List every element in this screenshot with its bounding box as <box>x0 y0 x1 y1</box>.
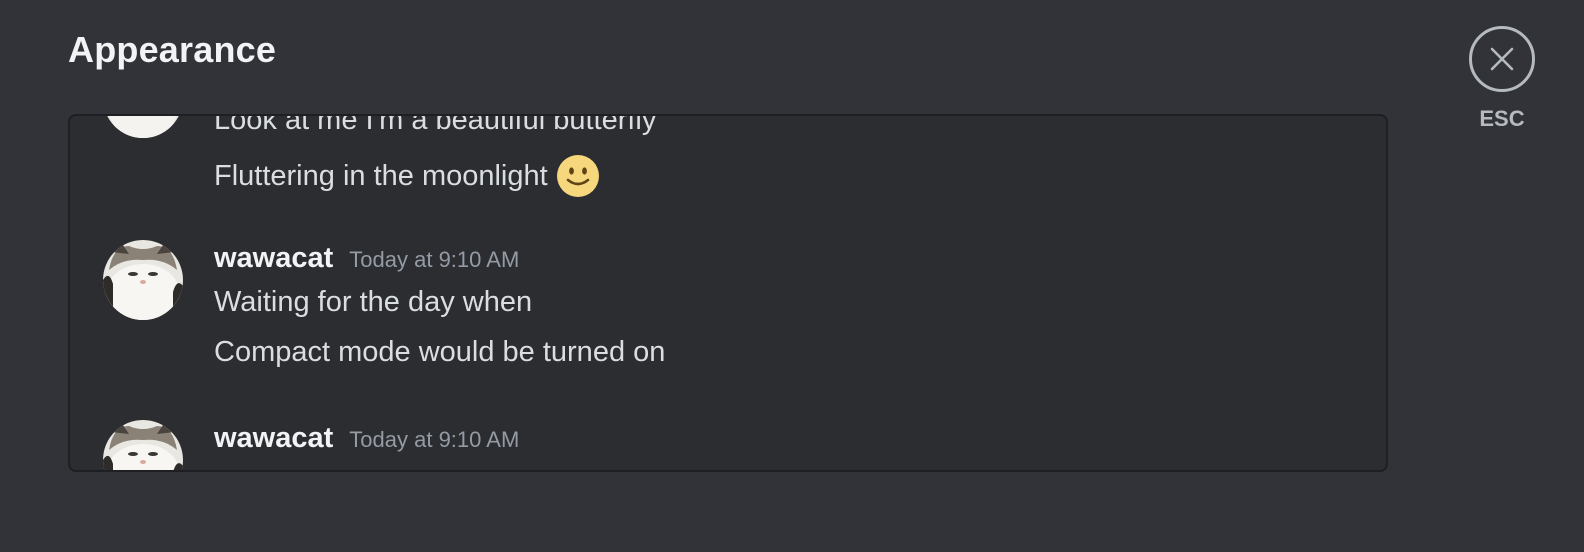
avatar[interactable] <box>103 420 183 470</box>
close-control: ESC <box>1466 26 1538 132</box>
message-header: wawacat Today at 9:10 AM <box>214 422 519 455</box>
avatar[interactable] <box>103 240 183 320</box>
close-button[interactable] <box>1469 26 1535 92</box>
username[interactable]: wawacat <box>214 422 333 455</box>
timestamp: Today at 9:10 AM <box>349 247 520 272</box>
chat-preview: Look at me I'm a beautiful butterfly Flu… <box>68 114 1388 472</box>
message-text: Fluttering in the moonlight <box>214 160 548 192</box>
message-line: Compact mode would be turned on <box>214 336 666 368</box>
message-line: Waiting for the day when <box>214 286 533 318</box>
message-line: Look at me I'm a beautiful butterfly <box>214 114 657 136</box>
close-shortcut-label: ESC <box>1479 106 1525 131</box>
timestamp: Today at 9:10 AM <box>349 427 520 452</box>
avatar <box>103 116 183 138</box>
username[interactable]: wawacat <box>214 242 333 275</box>
close-icon <box>1490 47 1514 71</box>
message-header: wawacat Today at 9:10 AM <box>214 242 519 275</box>
slightly-smiling-face-icon <box>556 155 599 197</box>
page-title: Appearance <box>68 29 277 70</box>
appearance-settings-page: Appearance ESC Look at me I'm a beautifu… <box>0 0 1584 552</box>
message-line-with-emoji: Fluttering in the moonlight <box>214 154 600 198</box>
